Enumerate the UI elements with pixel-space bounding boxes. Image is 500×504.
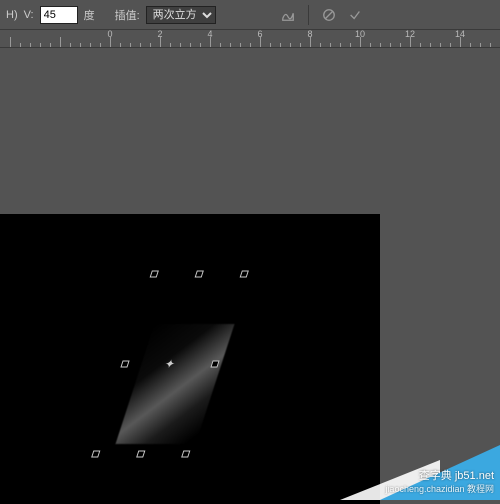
ruler-label: 10 [355, 29, 365, 39]
ruler-tick-minor [400, 43, 401, 47]
ruler-tick-minor [130, 43, 131, 47]
transform-center-icon[interactable]: ✦ [163, 357, 178, 371]
watermark-line2: jiaocheng.chazidian 教程网 [385, 483, 494, 496]
toolbar-divider [308, 5, 309, 25]
handle-tl[interactable] [150, 271, 159, 278]
ruler-tick-minor [50, 43, 51, 47]
ruler-label: 0 [107, 29, 112, 39]
ruler-tick-minor [190, 43, 191, 47]
warp-icon[interactable] [278, 5, 298, 25]
ruler-tick-minor [330, 43, 331, 47]
handle-tc[interactable] [195, 271, 204, 278]
transform-bounds: ✦ [96, 274, 244, 454]
horizontal-ruler: 0 2 4 6 8 10 12 14 [0, 30, 500, 48]
options-toolbar: H) V: 度 插值: 两次立方 [0, 0, 500, 30]
ruler-label: 4 [207, 29, 212, 39]
ruler-tick-minor [240, 43, 241, 47]
ruler-tick-minor [350, 43, 351, 47]
ruler-tick-minor [140, 43, 141, 47]
watermark-text: 查字典 jb51.net jiaocheng.chazidian 教程网 [385, 470, 494, 496]
ruler-tick-minor [300, 43, 301, 47]
ruler-tick-minor [170, 43, 171, 47]
ruler-tick-minor [230, 43, 231, 47]
ruler-label: 8 [307, 29, 312, 39]
ruler-tick-minor [420, 43, 421, 47]
ruler-tick-minor [290, 43, 291, 47]
ruler-label: 6 [257, 29, 262, 39]
ruler-label: 14 [455, 29, 465, 39]
ruler-tick-minor [470, 43, 471, 47]
handle-tr[interactable] [240, 271, 249, 278]
ruler-tick-minor [490, 43, 491, 47]
ruler-tick-minor [370, 43, 371, 47]
ruler-tick-minor [200, 43, 201, 47]
truncated-label: H) [6, 9, 18, 21]
ruler-tick-minor [100, 43, 101, 47]
free-transform-box[interactable]: ✦ [125, 274, 215, 454]
ruler-tick-minor [450, 43, 451, 47]
ruler-tick-minor [390, 43, 391, 47]
ruler-tick-minor [180, 43, 181, 47]
handle-bl[interactable] [91, 451, 100, 458]
v-unit: 度 [84, 7, 95, 23]
ruler-tick-minor [90, 43, 91, 47]
handle-bc[interactable] [136, 451, 145, 458]
cancel-icon[interactable] [319, 5, 339, 25]
ruler-tick-minor [120, 43, 121, 47]
ruler-tick-minor [280, 43, 281, 47]
ruler-tick-minor [30, 43, 31, 47]
ruler-tick-minor [480, 43, 481, 47]
ruler-label: 12 [405, 29, 415, 39]
watermark: 查字典 jb51.net jiaocheng.chazidian 教程网 [310, 440, 500, 500]
ruler-tick-minor [250, 43, 251, 47]
handle-br[interactable] [181, 451, 190, 458]
ruler-label: 2 [157, 29, 162, 39]
ruler-tick-minor [320, 43, 321, 47]
ruler-tick-minor [380, 43, 381, 47]
commit-icon[interactable] [345, 5, 365, 25]
ruler-tick-minor [430, 43, 431, 47]
ruler-tick-minor [220, 43, 221, 47]
ruler-tick-minor [150, 43, 151, 47]
interp-label: 插值: [115, 7, 140, 23]
ruler-tick-minor [20, 43, 21, 47]
ruler-tick-minor [80, 43, 81, 47]
ruler-tick-minor [340, 43, 341, 47]
viewport: ✦ [0, 54, 500, 500]
ruler-tick-minor [40, 43, 41, 47]
ruler-tick-major [60, 37, 61, 47]
v-input[interactable] [40, 6, 78, 24]
ruler-area: 0 2 4 6 8 10 12 14 [0, 30, 500, 54]
ruler-tick-major [10, 37, 11, 47]
ruler-tick-minor [440, 43, 441, 47]
handle-ml[interactable] [120, 361, 129, 368]
ruler-tick-minor [270, 43, 271, 47]
ruler-tick-minor [70, 43, 71, 47]
watermark-line1: 查字典 jb51.net [385, 470, 494, 483]
interp-select[interactable]: 两次立方 [146, 6, 216, 24]
v-label: V: [24, 9, 34, 21]
